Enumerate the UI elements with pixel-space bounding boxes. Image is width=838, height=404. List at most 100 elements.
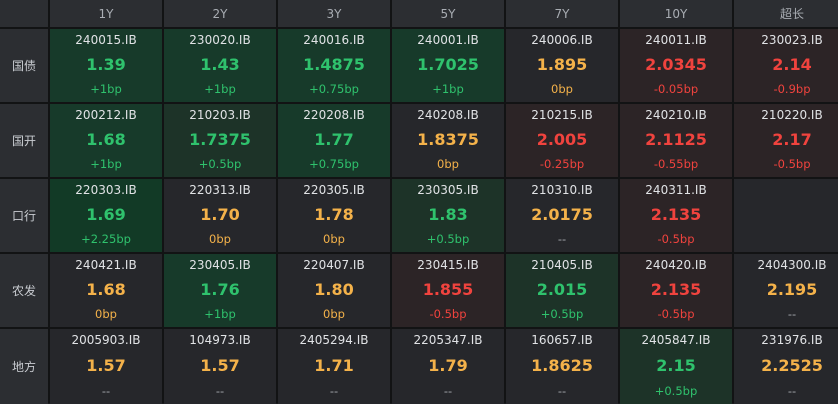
bond-code: 230020.IB (189, 33, 251, 47)
bond-code: 210310.IB (531, 183, 593, 197)
bond-code: 240208.IB (417, 108, 479, 122)
bond-yield: 1.4875 (303, 54, 365, 74)
bond-yield-grid: 1Y 2Y 3Y 5Y 7Y 10Y 超长 国债 240015.IB 1.39 +1b… (0, 0, 838, 404)
quote-cell[interactable]: 160657.IB 1.8625 -- (506, 329, 618, 404)
bond-code: 230415.IB (417, 258, 479, 272)
row-label: 国开 (0, 104, 48, 177)
quote-cell[interactable]: 240016.IB 1.4875 +0.75bp (278, 29, 390, 102)
quote-cell[interactable]: 2405294.IB 1.71 -- (278, 329, 390, 404)
quote-cell[interactable]: 2404300.IB 2.195 -- (734, 254, 838, 327)
bond-code: 240001.IB (417, 33, 479, 47)
quote-cell[interactable]: 220303.IB 1.69 +2.25bp (50, 179, 162, 252)
yield-change: 0bp (323, 232, 345, 246)
bond-yield: 1.855 (422, 279, 474, 299)
quote-cell[interactable]: 2405847.IB 2.15 +0.5bp (620, 329, 732, 404)
header-corner (0, 0, 48, 27)
bond-code: 240421.IB (75, 258, 137, 272)
column-header-7y[interactable]: 7Y (506, 0, 618, 27)
quote-cell[interactable]: 2205347.IB 1.79 -- (392, 329, 504, 404)
bond-code: 230405.IB (189, 258, 251, 272)
quote-cell[interactable]: 210405.IB 2.015 +0.5bp (506, 254, 618, 327)
bond-code: 220208.IB (303, 108, 365, 122)
yield-change: +1bp (90, 157, 122, 171)
quote-cell[interactable]: 2005903.IB 1.57 -- (50, 329, 162, 404)
column-header-ultra-long[interactable]: 超长 (734, 0, 838, 27)
bond-yield: 1.68 (86, 129, 126, 149)
bond-code: 240420.IB (645, 258, 707, 272)
row-label: 农发 (0, 254, 48, 327)
bond-yield: 2.195 (766, 279, 818, 299)
quote-cell[interactable]: 210220.IB 2.17 -0.5bp (734, 104, 838, 177)
bond-yield: 1.70 (200, 204, 240, 224)
yield-change: +0.5bp (540, 307, 584, 321)
bond-code: 240015.IB (75, 33, 137, 47)
quote-cell[interactable]: 240006.IB 1.895 0bp (506, 29, 618, 102)
bond-yield: 1.39 (86, 54, 126, 74)
row-label: 口行 (0, 179, 48, 252)
bond-yield: 1.43 (200, 54, 240, 74)
bond-yield: 2.17 (772, 129, 812, 149)
bond-code: 231976.IB (761, 333, 823, 347)
column-header-1y[interactable]: 1Y (50, 0, 162, 27)
column-header-5y[interactable]: 5Y (392, 0, 504, 27)
bond-yield: 1.83 (428, 204, 468, 224)
bond-yield: 1.8625 (531, 355, 593, 375)
quote-cell[interactable]: 240210.IB 2.1125 -0.55bp (620, 104, 732, 177)
quote-cell[interactable]: 210310.IB 2.0175 -- (506, 179, 618, 252)
quote-cell[interactable]: 230020.IB 1.43 +1bp (164, 29, 276, 102)
yield-change: +2.25bp (81, 232, 131, 246)
yield-change: -0.25bp (539, 157, 585, 171)
bond-yield: 2.15 (656, 355, 696, 375)
quote-cell[interactable]: 240015.IB 1.39 +1bp (50, 29, 162, 102)
column-header-10y[interactable]: 10Y (620, 0, 732, 27)
yield-change: -- (215, 384, 225, 398)
quote-cell[interactable]: 104973.IB 1.57 -- (164, 329, 276, 404)
yield-change: +0.75bp (309, 157, 359, 171)
quote-cell[interactable]: 240001.IB 1.7025 +1bp (392, 29, 504, 102)
bond-yield: 1.71 (314, 355, 354, 375)
quote-cell[interactable]: 240420.IB 2.135 -0.5bp (620, 254, 732, 327)
bond-yield: 1.77 (314, 129, 354, 149)
quote-cell[interactable]: 240011.IB 2.0345 -0.05bp (620, 29, 732, 102)
yield-change: -- (329, 384, 339, 398)
yield-change: -0.55bp (653, 157, 699, 171)
bond-yield: 2.135 (650, 279, 702, 299)
bond-code: 220313.IB (189, 183, 251, 197)
bond-code: 220305.IB (303, 183, 365, 197)
yield-change: -- (101, 384, 111, 398)
quote-cell[interactable]: 230415.IB 1.855 -0.5bp (392, 254, 504, 327)
quote-cell[interactable]: 210203.IB 1.7375 +0.5bp (164, 104, 276, 177)
bond-yield: 2.0175 (531, 204, 593, 224)
quote-cell[interactable]: 240208.IB 1.8375 0bp (392, 104, 504, 177)
quote-cell[interactable]: 230023.IB 2.14 -0.9bp (734, 29, 838, 102)
bond-code: 2005903.IB (71, 333, 141, 347)
yield-change: -0.5bp (657, 307, 695, 321)
column-header-3y[interactable]: 3Y (278, 0, 390, 27)
bond-code: 160657.IB (531, 333, 593, 347)
yield-change: +0.5bp (654, 384, 698, 398)
quote-cell[interactable]: 230405.IB 1.76 +1bp (164, 254, 276, 327)
quote-cell[interactable]: 220313.IB 1.70 0bp (164, 179, 276, 252)
quote-cell[interactable]: 230305.IB 1.83 +0.5bp (392, 179, 504, 252)
row-label: 国债 (0, 29, 48, 102)
bond-yield: 1.8375 (417, 129, 479, 149)
bond-code: 220407.IB (303, 258, 365, 272)
yield-change: 0bp (209, 232, 231, 246)
bond-code: 220303.IB (75, 183, 137, 197)
yield-change: -- (557, 384, 567, 398)
bond-yield: 1.895 (536, 54, 588, 74)
yield-change: +1bp (204, 82, 236, 96)
yield-change: -- (787, 307, 797, 321)
yield-change: 0bp (551, 82, 573, 96)
quote-cell[interactable]: 220305.IB 1.78 0bp (278, 179, 390, 252)
quote-cell[interactable]: 240311.IB 2.135 -0.5bp (620, 179, 732, 252)
quote-cell[interactable]: 200212.IB 1.68 +1bp (50, 104, 162, 177)
quote-cell[interactable]: 210215.IB 2.005 -0.25bp (506, 104, 618, 177)
quote-cell[interactable]: 231976.IB 2.2525 -- (734, 329, 838, 404)
quote-cell[interactable]: 220208.IB 1.77 +0.75bp (278, 104, 390, 177)
quote-cell[interactable]: 220407.IB 1.80 0bp (278, 254, 390, 327)
bond-code: 240210.IB (645, 108, 707, 122)
bond-yield: 1.80 (314, 279, 354, 299)
column-header-2y[interactable]: 2Y (164, 0, 276, 27)
quote-cell[interactable]: 240421.IB 1.68 0bp (50, 254, 162, 327)
